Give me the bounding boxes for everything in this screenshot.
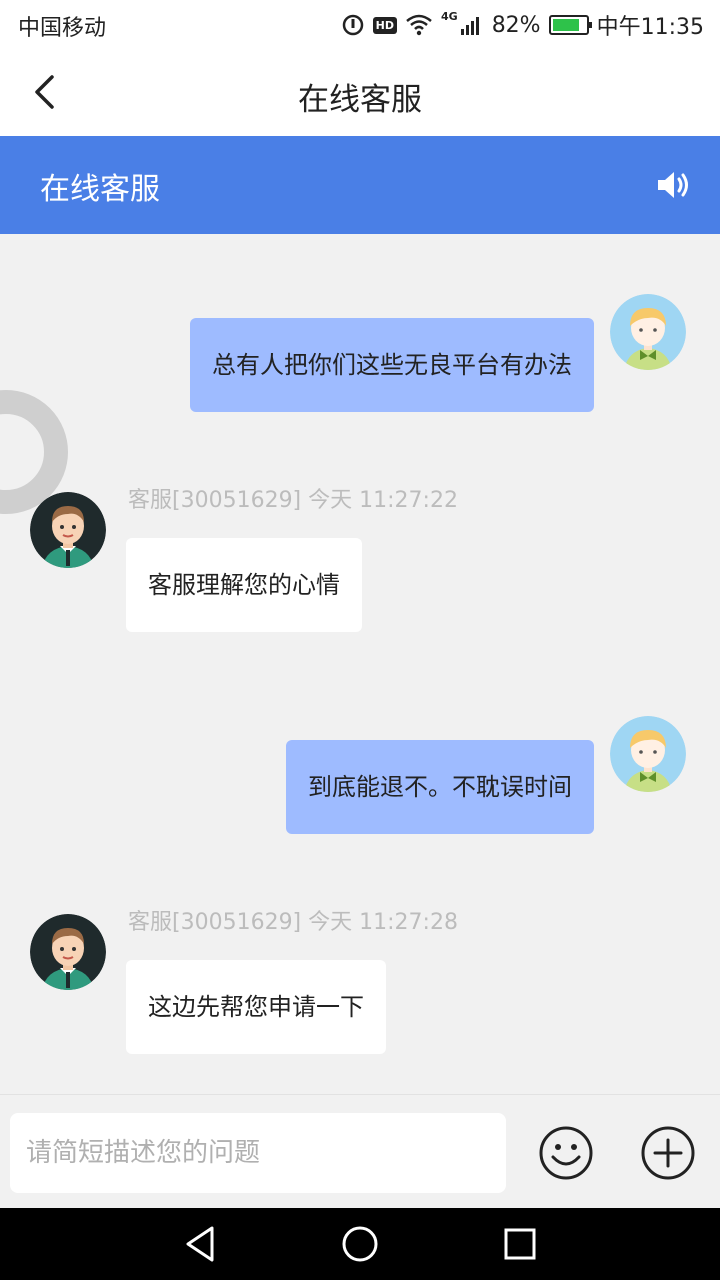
hd-badge: HD <box>372 16 397 34</box>
system-home-button[interactable] <box>340 1224 380 1264</box>
emoji-button[interactable] <box>538 1125 594 1181</box>
battery-percent: 82% <box>491 12 541 38</box>
message-text: 这边先帮您申请一下 <box>148 992 364 1021</box>
speaker-icon <box>658 172 688 198</box>
system-back-button[interactable] <box>180 1224 220 1264</box>
user-message: 到底能退不。不耽误时间 <box>286 740 594 834</box>
smiley-icon <box>539 1126 593 1180</box>
plus-circle-icon <box>641 1126 695 1180</box>
agent-message: 这边先帮您申请一下 <box>126 960 386 1054</box>
message-meta: 客服[30051629] 今天 11:27:28 <box>128 910 458 935</box>
carrier-name: 中国移动 <box>18 16 107 41</box>
triangle-back-icon <box>186 1226 214 1262</box>
user-avatar <box>610 294 686 370</box>
service-header-title: 在线客服 <box>40 172 160 207</box>
agent-avatar <box>30 914 106 990</box>
signal-icon <box>460 14 484 36</box>
message-text: 总有人把你们这些无良平台有办法 <box>212 350 572 379</box>
wifi-icon <box>405 14 433 36</box>
battery-level <box>552 19 579 31</box>
speaker-button[interactable] <box>654 166 692 204</box>
agent-avatar <box>30 492 106 568</box>
status-bar: 中国移动 HD 4G 82% 中午11:35 <box>0 0 720 50</box>
system-navigation-bar <box>0 1208 720 1280</box>
message-text: 客服理解您的心情 <box>148 570 340 599</box>
clock: 中午11:35 <box>596 15 704 40</box>
circle-home-icon <box>342 1226 378 1262</box>
message-text: 到底能退不。不耽误时间 <box>308 772 572 801</box>
message-input[interactable] <box>10 1113 506 1193</box>
chat-area[interactable]: 总有人把你们这些无良平台有办法 客服[30051629] 今天 11:27:22… <box>0 234 720 1094</box>
service-header: 在线客服 <box>0 136 720 234</box>
system-recents-button[interactable] <box>500 1224 540 1264</box>
network-type-label: 4G <box>441 10 458 23</box>
message-meta: 客服[30051629] 今天 11:27:22 <box>128 488 458 513</box>
battery-icon <box>548 15 592 35</box>
page-title: 在线客服 <box>298 82 422 118</box>
square-recents-icon <box>504 1228 536 1260</box>
top-nav-bar: 在线客服 <box>0 50 720 136</box>
status-icons: HD 4G 82% 中午11:35 <box>341 8 704 42</box>
data-saver-icon <box>341 13 365 37</box>
more-button[interactable] <box>640 1125 696 1181</box>
agent-message: 客服理解您的心情 <box>126 538 362 632</box>
user-message: 总有人把你们这些无良平台有办法 <box>190 318 594 412</box>
user-avatar <box>610 716 686 792</box>
input-bar <box>0 1094 720 1208</box>
